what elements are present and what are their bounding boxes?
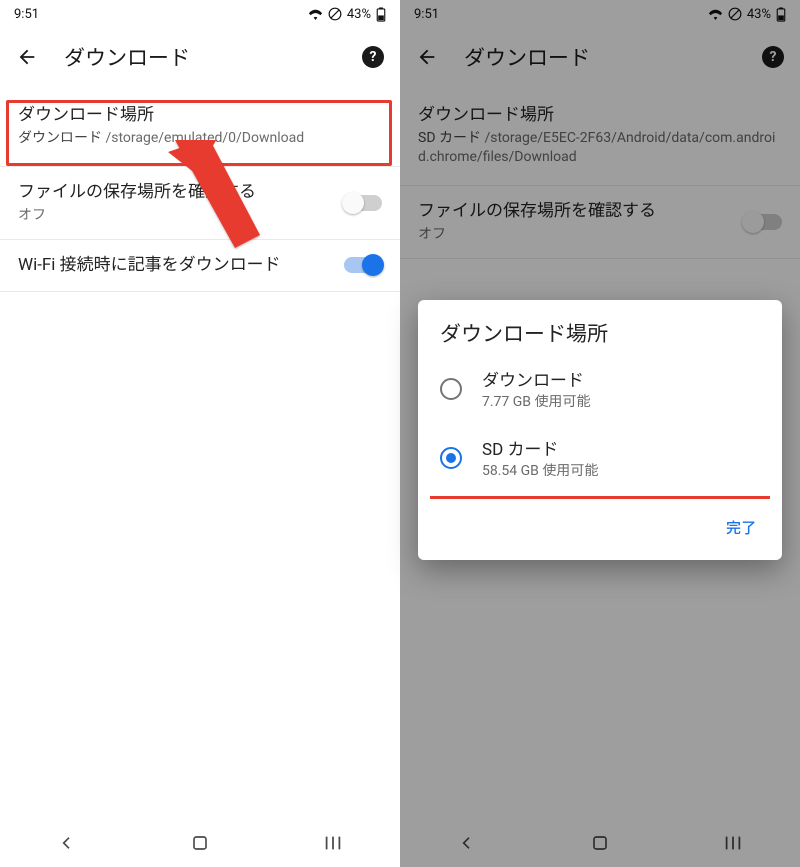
status-time: 9:51 bbox=[14, 7, 39, 22]
wifi-download-row[interactable]: Wi-Fi 接続時に記事をダウンロード bbox=[0, 240, 400, 292]
wifi-download-title: Wi-Fi 接続時に記事をダウンロード bbox=[18, 254, 332, 277]
nav-home[interactable] bbox=[180, 830, 220, 856]
download-location-row[interactable]: ダウンロード場所 ダウンロード /storage/emulated/0/Down… bbox=[0, 86, 400, 167]
dialog-title: ダウンロード場所 bbox=[418, 300, 782, 354]
help-button[interactable]: ? bbox=[360, 44, 386, 70]
radio-unchecked-icon bbox=[440, 378, 462, 400]
download-location-title: ダウンロード場所 bbox=[18, 104, 382, 127]
option-title: SD カード bbox=[482, 435, 598, 460]
settings-list: ダウンロード場所 ダウンロード /storage/emulated/0/Down… bbox=[0, 86, 400, 819]
recent-icon bbox=[323, 835, 343, 851]
radio-checked-icon bbox=[440, 447, 462, 469]
nav-bar bbox=[0, 819, 400, 867]
wifi-toggle[interactable] bbox=[344, 257, 382, 273]
status-icons: 43% bbox=[308, 7, 386, 22]
page-title: ダウンロード bbox=[64, 42, 336, 72]
nav-recent[interactable] bbox=[313, 830, 353, 856]
help-icon: ? bbox=[362, 46, 384, 68]
confirm-location-state: オフ bbox=[18, 206, 332, 225]
phone-right: 9:51 43% ダウンロード ? ダウンロード場所 SD カード /stora… bbox=[400, 0, 800, 867]
option-title: ダウンロード bbox=[482, 366, 591, 391]
nav-back[interactable] bbox=[47, 830, 87, 856]
done-button[interactable]: 完了 bbox=[718, 511, 764, 544]
square-icon bbox=[191, 834, 209, 852]
arrow-left-icon bbox=[16, 46, 38, 68]
option-download[interactable]: ダウンロード 7.77 GB 使用可能 bbox=[418, 354, 782, 423]
battery-percent: 43% bbox=[347, 7, 371, 22]
wifi-icon bbox=[308, 8, 323, 20]
download-location-path: ダウンロード /storage/emulated/0/Download bbox=[18, 129, 382, 148]
option-sub: 58.54 GB 使用可能 bbox=[482, 460, 598, 480]
status-bar: 9:51 43% bbox=[0, 0, 400, 28]
confirm-location-title: ファイルの保存場所を確認する bbox=[18, 181, 332, 204]
option-sub: 7.77 GB 使用可能 bbox=[482, 391, 591, 411]
block-icon bbox=[328, 7, 342, 21]
confirm-location-row[interactable]: ファイルの保存場所を確認する オフ bbox=[0, 167, 400, 240]
toolbar: ダウンロード ? bbox=[0, 28, 400, 86]
phone-left: 9:51 43% ダウンロード ? ダウンロード場所 ダウンロード /stora… bbox=[0, 0, 400, 867]
download-location-dialog: ダウンロード場所 ダウンロード 7.77 GB 使用可能 SD カード 58.5… bbox=[418, 300, 782, 560]
back-button[interactable] bbox=[14, 44, 40, 70]
chevron-left-icon bbox=[59, 835, 75, 851]
battery-icon bbox=[376, 7, 386, 22]
annotation-underline bbox=[430, 496, 770, 499]
confirm-toggle[interactable] bbox=[344, 195, 382, 211]
option-sdcard[interactable]: SD カード 58.54 GB 使用可能 bbox=[418, 423, 782, 492]
